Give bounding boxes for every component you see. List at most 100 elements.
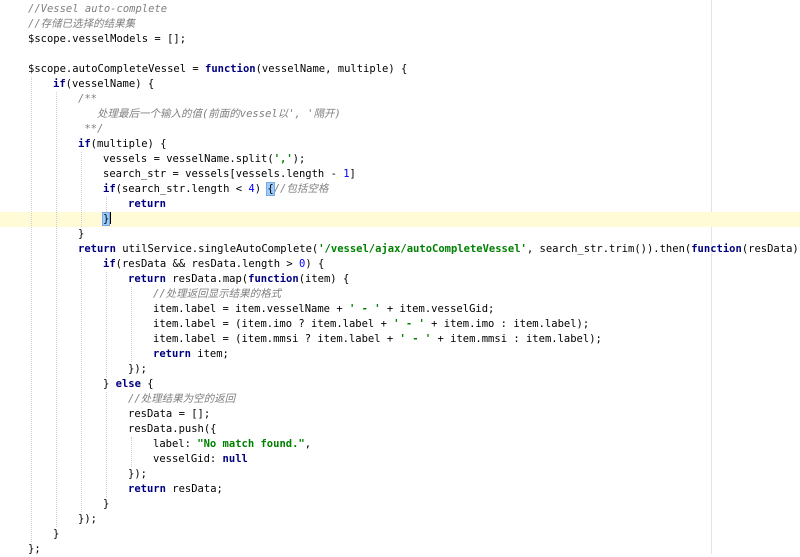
code-line[interactable]: }); [78,512,97,527]
code-line[interactable]: if(vesselName) { [53,77,154,92]
code-line[interactable]: //处理结果为空的返回 [128,392,235,407]
code-token-plain: (resData) { [741,243,799,255]
code-line[interactable]: $scope.autoCompleteVessel = function(ves… [28,62,407,77]
code-token-string: '/vessel/ajax/autoCompleteVessel' [318,243,527,255]
text-caret [109,212,112,224]
code-line[interactable]: //Vessel auto-complete [28,2,167,17]
code-line[interactable]: return item; [153,347,229,362]
code-line[interactable]: return utilService.singleAutoComplete('/… [78,242,800,257]
code-token-plain: label: [153,438,198,450]
code-token-keyword: return [153,348,191,360]
code-token-keyword: return [78,243,116,255]
code-token-plain: resData.push({ [128,423,217,435]
code-line[interactable]: label: "No match found.", [153,437,311,452]
code-token-keyword: if [78,138,91,150]
code-token-string: ' - ' [399,333,432,345]
code-line[interactable]: return resData.map(function(item) { [128,272,349,287]
code-line[interactable]: item.label = (item.imo ? item.label + ' … [153,317,589,332]
code-token-plain: (vesselName) { [65,78,155,90]
code-token-keyword: null [222,453,248,465]
code-line[interactable]: return resData; [128,482,223,497]
right-margin-guide [711,0,712,554]
code-token-plain: }); [128,363,147,375]
code-line[interactable]: **/ [78,122,103,137]
code-token-keyword: function [205,63,256,75]
code-line[interactable]: vesselGid: null [153,452,248,467]
code-token-comment: //Vessel auto-complete [28,3,168,15]
code-token-plain: item; [190,348,229,360]
indent-guide [81,152,82,227]
code-line[interactable]: }; [28,542,41,557]
code-token-plain: (search_str.length < [115,183,249,195]
code-token-plain: , search_str.trim()).then( [526,243,692,255]
code-line[interactable]: resData.push({ [128,422,217,437]
code-token-plain: (resData && resData.length > [115,258,299,270]
code-token-plain: item.label = (item.mmsi ? item.label + [153,333,400,345]
indent-guide [131,287,132,362]
code-line[interactable]: search_str = vessels[vessels.length - 1] [103,167,356,182]
code-token-plain: + item.mmsi : item.label); [431,333,602,345]
code-line[interactable]: if(search_str.length < 4) {//包括空格 [103,182,328,197]
code-token-plain: utilService.singleAutoComplete( [115,243,319,255]
code-line[interactable]: } [101,212,112,227]
code-line[interactable]: if(resData && resData.length > 0) { [103,257,324,272]
caret-line-highlight [0,212,800,227]
code-token-keyword: function [691,243,742,255]
code-token-plain: } [103,498,110,510]
code-token-plain: ) { [305,258,325,270]
code-token-comment: //处理返回显示结果的格式 [153,288,282,300]
code-token-plain: vessels = vesselName.split( [103,153,274,165]
code-line[interactable]: }); [128,467,147,482]
code-token-plain: + item.vesselGid; [380,303,495,315]
indent-guide [106,197,107,212]
code-line[interactable]: item.label = item.vesselName + ' - ' + i… [153,302,494,317]
code-token-keyword: if [103,258,116,270]
code-line[interactable]: } [53,527,59,542]
code-token-comment: //包括空格 [273,183,329,195]
code-line[interactable]: resData = []; [128,407,210,422]
indent-guide [131,437,132,467]
code-line[interactable]: $scope.vesselModels = []; [28,32,186,47]
code-line[interactable]: return [128,197,166,212]
code-line[interactable]: item.label = (item.mmsi ? item.label + '… [153,332,602,347]
code-token-plain: vesselGid: [153,453,223,465]
code-token-string: ' - ' [393,318,425,330]
code-token-plain: resData = []; [128,408,211,420]
code-token-keyword: if [53,78,66,90]
code-token-plain: } [53,528,60,540]
code-line[interactable]: } [78,227,84,242]
code-token-string: ',' [273,153,293,165]
indent-guide [81,257,82,512]
code-token-plain: resData.map( [165,273,249,285]
code-token-comment: //处理结果为空的返回 [128,393,236,405]
code-line[interactable]: /** [78,92,97,107]
indent-guide [31,77,32,542]
code-token-plain: $scope.vesselModels = []; [28,33,187,45]
code-token-plain: }); [128,468,147,480]
code-token-plain: item.label = item.vesselName + [153,303,349,315]
code-token-keyword: if [103,183,116,195]
code-line[interactable]: }); [128,362,147,377]
code-token-string: "No match found." [197,438,305,450]
code-token-plain: ] [349,168,356,180]
code-line[interactable]: } [103,497,109,512]
code-token-plain: $scope.autoCompleteVessel = [28,63,206,75]
code-editor[interactable]: //Vessel auto-complete //存储已选择的结果集 $scope.… [0,0,800,557]
code-token-plain: (item) { [298,273,350,285]
indent-guide [106,272,107,377]
code-line[interactable]: if(multiple) { [78,137,167,152]
code-line[interactable]: //处理返回显示结果的格式 [153,287,281,302]
code-line[interactable]: //存储已选择的结果集 [28,17,135,32]
code-token-comment: 处理最后一个输入的值(前面的vessel以', '隔开) [78,108,341,120]
code-token-comment: /** [78,93,97,105]
code-token-plain: } [78,228,85,240]
code-token-plain: ) [254,183,268,195]
code-line[interactable]: vessels = vesselName.split(','); [103,152,305,167]
code-token-keyword: return [128,273,166,285]
code-token-string: ' - ' [348,303,381,315]
code-line[interactable]: 处理最后一个输入的值(前面的vessel以', '隔开) [78,107,341,122]
code-line[interactable]: } else { [103,377,154,392]
code-token-comment: **/ [78,123,104,135]
code-token-plain: + item.imo : item.label); [424,318,590,330]
code-token-plain: } [103,378,116,390]
